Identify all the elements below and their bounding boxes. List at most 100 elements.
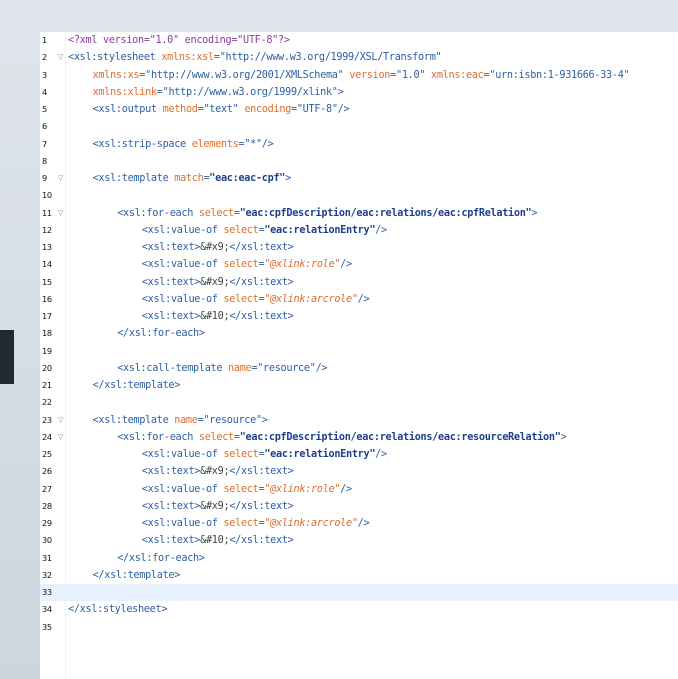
code-line[interactable]: 2 ▽ <xsl:stylesheet xmlns:xsl="http://www.… (40, 49, 678, 66)
line-number: 35 (42, 621, 52, 632)
code-line[interactable]: 27 <xsl:value-of select="@xlink:role"/> (40, 481, 678, 498)
code-token: &#x9; (200, 466, 230, 478)
line-number: 16 (42, 293, 52, 304)
code-line[interactable]: 12 <xsl:value-of select="eac:relationEntr… (40, 222, 678, 239)
code-line[interactable]: 34 </xsl:stylesheet> (40, 601, 678, 618)
line-number: 10 (42, 190, 52, 201)
code-line[interactable]: 33 (40, 584, 678, 602)
code-token: /> (261, 138, 274, 150)
code-line[interactable]: 21 </xsl:template> (40, 377, 678, 394)
code-token: /> (357, 293, 370, 305)
fold-toggle-icon[interactable]: ▽ (58, 429, 63, 446)
line-number: 30 (42, 535, 52, 546)
code-token: </xsl:template> (92, 380, 181, 391)
code-token: select (223, 224, 259, 236)
code-text: <xsl:value-of select="@xlink:role"/> (68, 481, 352, 498)
line-number: 18 (42, 328, 52, 339)
fold-toggle-icon[interactable]: ▽ (58, 412, 63, 429)
code-token: </xsl:text> (229, 276, 294, 288)
code-line[interactable]: 18 </xsl:for-each> (40, 325, 678, 342)
code-token: /> (337, 104, 350, 115)
code-line[interactable]: 5 <xsl:output method="text" encoding="UTF… (40, 101, 678, 118)
code-token: select (223, 293, 259, 305)
code-line[interactable]: 20 <xsl:call-template name="resource"/> (40, 360, 678, 377)
code-token: xmlns:xsl (161, 52, 214, 64)
code-token: /> (340, 259, 352, 271)
line-number: 29 (42, 518, 52, 528)
code-line[interactable]: 22 (40, 394, 678, 411)
code-token: </xsl:text> (229, 242, 294, 253)
code-text: <xsl:value-of select="@xlink:arcrole"/> (68, 515, 370, 532)
code-token: "@xlink:role" (264, 483, 341, 495)
code-line[interactable]: 28 <xsl:text>&#x9;</xsl:text> (40, 498, 678, 515)
code-line[interactable]: 6 (40, 118, 678, 135)
code-token: "http://www.w3.org/1999/XSL/Transform" (219, 52, 442, 64)
code-token: &#x9; (200, 276, 230, 288)
code-token: <xsl:value-of (141, 518, 224, 529)
code-token: <xsl:for-each (117, 431, 199, 443)
fold-toggle-icon[interactable]: ▽ (58, 205, 63, 222)
code-token: "http://www.w3.org/2001/XMLSchema" (145, 69, 344, 81)
code-line[interactable]: 26 <xsl:text>&#x9;</xsl:text> (40, 463, 678, 480)
code-token: /> (357, 518, 370, 529)
line-number: 22 (42, 397, 52, 408)
code-token: > (261, 414, 268, 426)
code-token: select (223, 449, 259, 460)
code-token: elements (191, 138, 239, 150)
line-number: 31 (42, 552, 52, 563)
code-line[interactable]: 14 <xsl:value-of select="@xlink:role"/> (40, 256, 678, 273)
code-line[interactable]: 16 <xsl:value-of select="@xlink:arcrole"/… (40, 291, 678, 308)
code-line[interactable]: 25 <xsl:value-of select="eac:relationEntr… (40, 446, 678, 463)
code-line[interactable]: 11 ▽ <xsl:for-each select="eac:cpfDescript… (40, 205, 678, 222)
line-number: 32 (42, 569, 52, 580)
code-line[interactable]: 23 ▽ <xsl:template name="resource"> (40, 412, 678, 429)
xml-code-editor[interactable]: 1 <?xml version="1.0" encoding="UTF-8"?> 2… (40, 32, 678, 679)
code-line[interactable]: 1 <?xml version="1.0" encoding="UTF-8"?> (40, 32, 678, 49)
fold-toggle-icon[interactable]: ▽ (58, 49, 63, 66)
line-number: 25 (42, 449, 52, 459)
code-token: <xsl:value-of (141, 224, 224, 236)
code-text: </xsl:for-each> (68, 325, 205, 342)
code-line[interactable]: 10 (40, 187, 678, 204)
code-line[interactable]: 15 <xsl:text>&#x9;</xsl:text> (40, 274, 678, 291)
fold-toggle-icon[interactable]: ▽ (58, 170, 63, 187)
code-token: "eac:relationEntry" (264, 449, 376, 460)
code-line[interactable]: 35 (40, 619, 678, 636)
code-token: "@xlink:arcrole" (264, 518, 358, 529)
line-number: 8 (42, 155, 47, 166)
code-token: /> (315, 362, 328, 374)
code-token: xmlns:xlink (92, 86, 157, 98)
code-token: &#x9; (200, 242, 230, 253)
code-line[interactable]: 9 ▽ <xsl:template match="eac:eac-cpf"> (40, 170, 678, 187)
code-text: </xsl:stylesheet> (68, 601, 167, 618)
code-line[interactable]: 24 ▽ <xsl:for-each select="eac:cpfDescript… (40, 429, 678, 446)
code-token: &#x9; (200, 500, 230, 512)
code-token: <xsl:for-each (117, 207, 199, 219)
code-token: "text" (203, 104, 239, 115)
code-token: "resource" (257, 362, 316, 374)
code-token: name (228, 362, 252, 374)
line-number: 17 (42, 311, 52, 321)
code-token: <xsl:text> (141, 276, 201, 288)
code-line[interactable]: 4 xmlns:xlink="http://www.w3.org/1999/xli… (40, 84, 678, 101)
code-token: <xsl:template (92, 414, 175, 426)
code-line[interactable]: 3 xmlns:xs="http://www.w3.org/2001/XMLSch… (40, 67, 678, 84)
code-text: <xsl:value-of select="eac:relationEntry"… (68, 446, 387, 463)
code-line[interactable]: 30 <xsl:text>&#10;</xsl:text> (40, 532, 678, 549)
code-line[interactable]: 13 <xsl:text>&#x9;</xsl:text> (40, 239, 678, 256)
code-token: > (531, 207, 538, 219)
code-text: <xsl:text>&#x9;</xsl:text> (68, 239, 294, 256)
code-text: <xsl:text>&#x9;</xsl:text> (68, 498, 294, 515)
code-line[interactable]: 32 </xsl:template> (40, 567, 678, 584)
code-line[interactable]: 7 <xsl:strip-space elements="*"/> (40, 136, 678, 153)
code-token: <xsl:value-of (141, 259, 224, 271)
code-token: <xsl:text> (141, 466, 201, 478)
code-line[interactable]: 17 <xsl:text>&#10;</xsl:text> (40, 308, 678, 325)
code-line[interactable]: 29 <xsl:value-of select="@xlink:arcrole"/… (40, 515, 678, 532)
code-line[interactable]: 19 (40, 343, 678, 360)
code-token: </xsl:for-each> (117, 552, 205, 564)
side-panel-tab[interactable] (0, 330, 14, 384)
code-token: /> (375, 224, 387, 236)
code-line[interactable]: 8 (40, 153, 678, 170)
code-line[interactable]: 31 </xsl:for-each> (40, 550, 678, 567)
